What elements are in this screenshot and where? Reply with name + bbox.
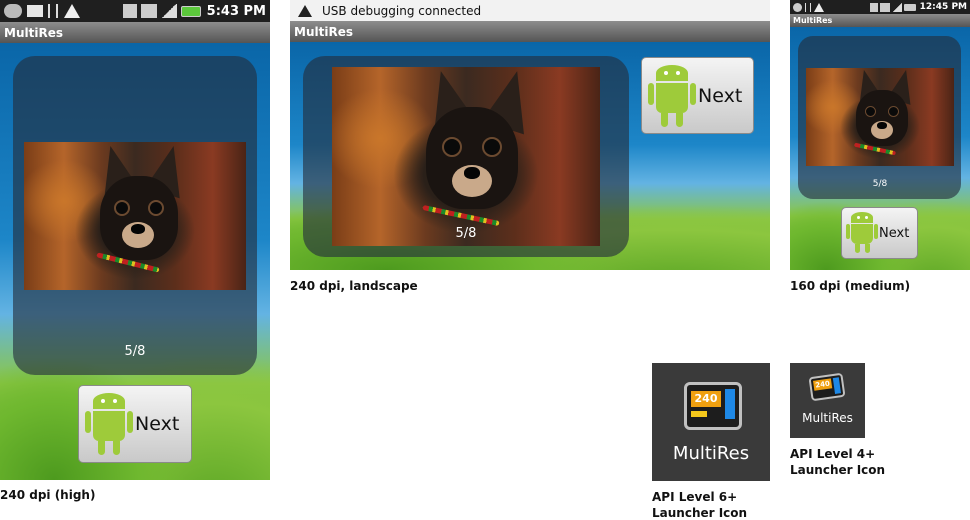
dog-photo [332, 67, 600, 246]
launcher-icon-api4: 240 MultiRes [790, 363, 865, 438]
caption-landscape: 240 dpi, landscape [290, 279, 418, 293]
3g-icon [140, 4, 157, 18]
next-button-label: Next [879, 225, 910, 241]
launcher-label: MultiRes [802, 411, 853, 425]
vibrate-icon [869, 2, 878, 12]
android-icon [846, 211, 878, 255]
battery-icon [903, 3, 916, 11]
caption-api6: API Level 6+ Launcher Icon [652, 490, 748, 520]
app-title-bar: MultiRes [290, 21, 770, 42]
vibrate-icon [122, 4, 137, 18]
next-button[interactable]: Next [841, 207, 918, 259]
android-icon [648, 63, 696, 129]
status-time: 12:45 PM [919, 2, 967, 12]
app-title-bar: MultiRes [0, 22, 270, 43]
gmail-icon [27, 5, 43, 17]
launcher-label: MultiRes [672, 443, 750, 464]
app-title: MultiRes [294, 24, 353, 39]
caption-high: 240 dpi (high) [0, 488, 96, 502]
next-button-label: Next [698, 84, 743, 107]
resolution-badge: 240 [691, 391, 721, 407]
app-title: MultiRes [4, 25, 63, 40]
phone-screen-medium: 12:45 PM MultiRes 5/8 Next [790, 0, 970, 270]
image-counter: 5/8 [872, 179, 888, 189]
launcher-icon-api6: 240 MultiRes [652, 363, 770, 481]
3g-icon [879, 2, 890, 12]
dog-photo [806, 68, 954, 166]
app-icon-graphic: 240 [684, 382, 742, 430]
status-time: 5:43 PM [206, 3, 266, 19]
warning-icon [298, 4, 312, 17]
app-title-bar: MultiRes [790, 14, 970, 27]
notification-bar: USB debugging connected [290, 0, 770, 21]
resolution-badge-text: 240 [814, 379, 831, 390]
notification-text: USB debugging connected [322, 3, 482, 18]
caption-api4: API Level 4+ Launcher Icon [790, 447, 886, 477]
status-bar: 5:43 PM [0, 0, 270, 22]
image-counter: 5/8 [124, 344, 146, 359]
next-button-label: Next [135, 413, 180, 435]
resolution-badge: 240 [813, 378, 833, 391]
caption-medium: 160 dpi (medium) [790, 279, 911, 293]
dog-photo [24, 142, 246, 290]
app-icon-graphic: 240 [808, 372, 846, 402]
notification-icon [793, 2, 802, 12]
next-button[interactable]: Next [641, 57, 754, 134]
talk-icon [4, 4, 22, 18]
image-counter: 5/8 [455, 226, 477, 241]
android-icon [85, 391, 133, 457]
signal-icon [891, 2, 902, 12]
next-button[interactable]: Next [78, 385, 192, 463]
warning-icon [64, 4, 80, 18]
app-title: MultiRes [793, 16, 833, 25]
resolution-badge-text: 240 [694, 392, 718, 405]
warning-icon [814, 2, 824, 12]
signal-icon [160, 4, 177, 18]
status-bar: 12:45 PM [790, 0, 970, 14]
phone-screen-high: 5:43 PM MultiRes 5/8 Next [0, 0, 270, 480]
usb-icon [48, 4, 58, 18]
usb-icon [805, 2, 811, 12]
phone-screen-landscape: USB debugging connected MultiRes 5/8 Nex… [290, 0, 770, 270]
battery-icon [180, 5, 201, 17]
